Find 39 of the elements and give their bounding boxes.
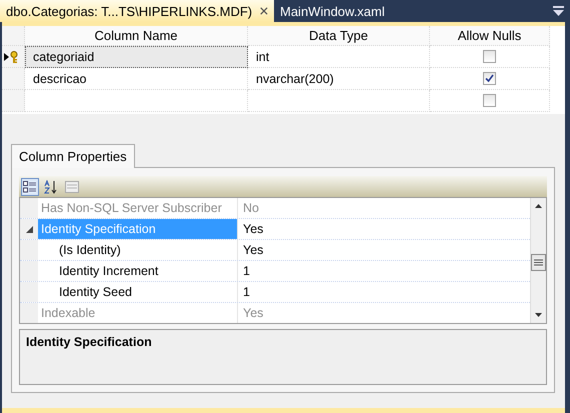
- properties-tab[interactable]: Column Properties: [11, 144, 135, 168]
- scroll-thumb[interactable]: [531, 254, 546, 271]
- scrollbar[interactable]: [530, 198, 546, 323]
- property-value[interactable]: 1: [238, 261, 530, 281]
- close-icon[interactable]: [260, 6, 268, 16]
- row-header[interactable]: [2, 46, 25, 68]
- property-name[interactable]: Identity Seed: [38, 282, 238, 302]
- table-cell[interactable]: nvarchar(200): [248, 68, 430, 90]
- table-cell[interactable]: categoriaid: [25, 46, 248, 68]
- table-cell[interactable]: [25, 90, 248, 112]
- categorized-button[interactable]: [21, 178, 39, 196]
- scroll-down-icon[interactable]: [535, 313, 542, 317]
- key-icon: [9, 50, 19, 62]
- current-row-icon: [4, 52, 9, 60]
- property-margin: [20, 282, 38, 302]
- property-value[interactable]: Yes: [238, 219, 530, 239]
- property-value[interactable]: 1: [238, 282, 530, 302]
- property-margin: [20, 261, 38, 281]
- checkbox[interactable]: [483, 50, 496, 63]
- property-name[interactable]: Identity Increment: [38, 261, 238, 281]
- description-title: Identity Specification: [26, 335, 152, 349]
- document-tab[interactable]: MainWindow.xaml: [274, 0, 391, 22]
- header-corner: [2, 26, 25, 46]
- table-cell[interactable]: [248, 90, 430, 112]
- property-name[interactable]: (Is Identity): [38, 240, 238, 260]
- column-header: Allow Nulls: [430, 26, 550, 46]
- expander-icon[interactable]: [26, 226, 32, 232]
- checkbox[interactable]: [483, 72, 496, 85]
- checkbox[interactable]: [483, 94, 496, 107]
- column-header: Data Type: [248, 26, 430, 46]
- scroll-up-icon[interactable]: [535, 204, 542, 208]
- column-header: Column Name: [25, 26, 248, 46]
- grip-icon: [534, 259, 543, 266]
- table-cell[interactable]: int: [248, 46, 430, 68]
- property-value[interactable]: Yes: [238, 240, 530, 260]
- table-cell[interactable]: descricao: [25, 68, 248, 90]
- document-tab[interactable]: dbo.Categorias: T...TS\HIPERLINKS.MDF): [0, 0, 274, 22]
- property-margin: [20, 303, 38, 323]
- dropdown-icon[interactable]: [553, 6, 564, 16]
